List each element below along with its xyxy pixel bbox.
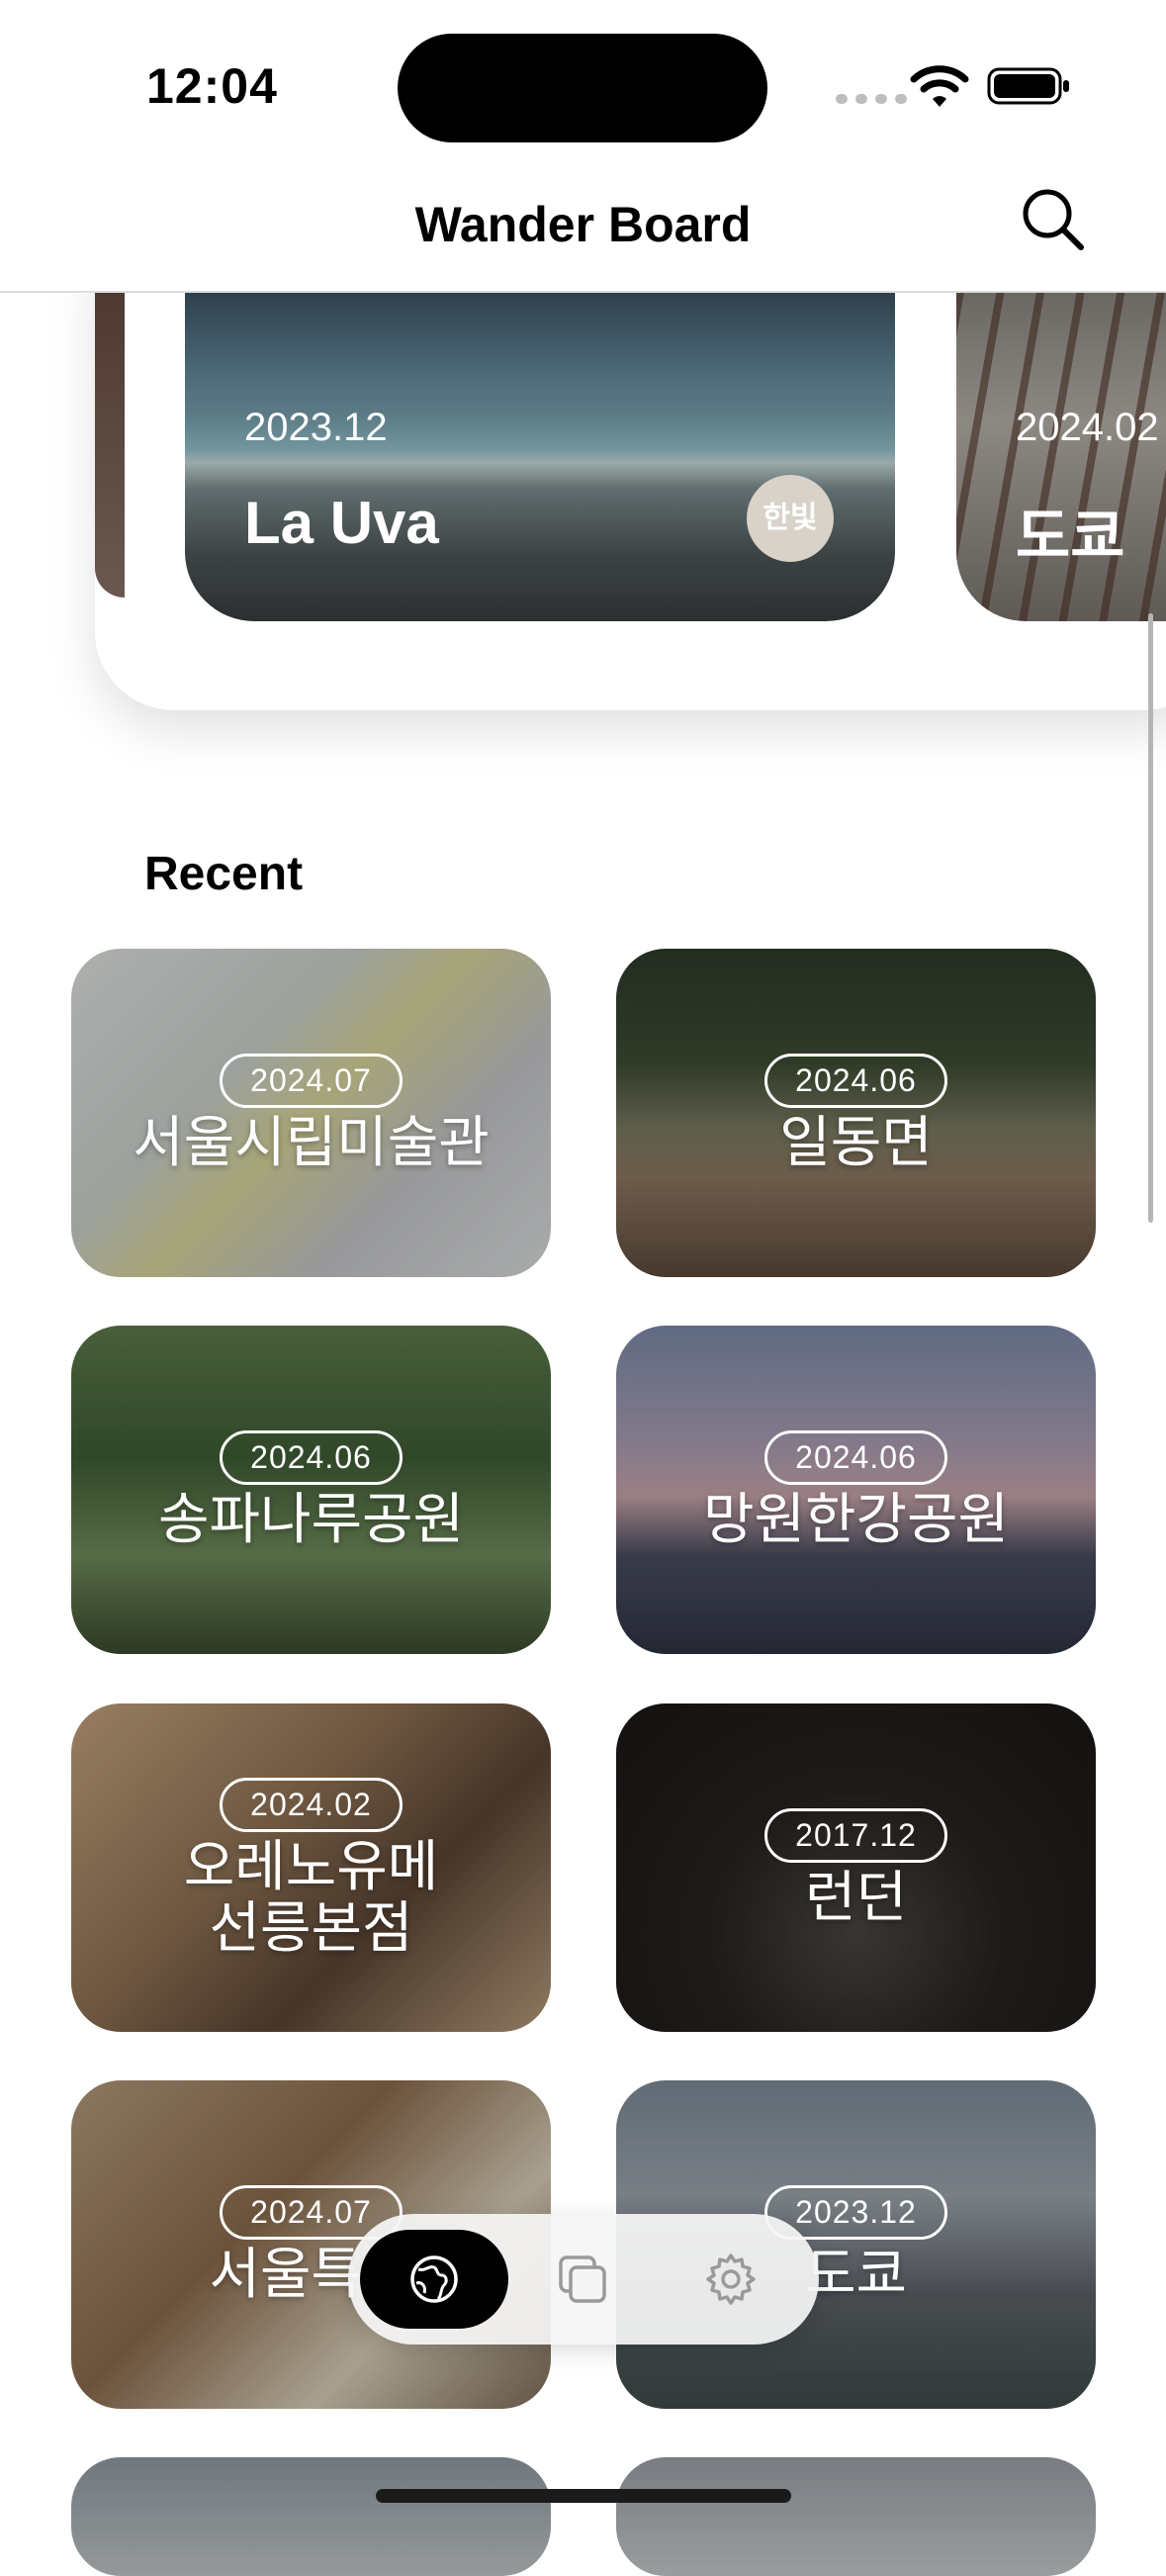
- recent-card[interactable]: 2017.12 런던: [616, 1703, 1096, 2032]
- tab-settings[interactable]: [657, 2230, 805, 2329]
- scroll-indicator: [1148, 613, 1153, 1223]
- date-chip: 2017.12: [764, 1807, 947, 1863]
- recent-card[interactable]: 2024.06 망원한강공원: [616, 1326, 1096, 1654]
- globe-icon: [410, 2255, 458, 2303]
- recent-card-partial[interactable]: [616, 2457, 1096, 2576]
- recent-card[interactable]: 2024.07 서울시립미술관: [71, 949, 551, 1277]
- featured-card-date: 2024.02: [1016, 406, 1159, 449]
- dynamic-island: [398, 34, 767, 142]
- search-icon: [1023, 189, 1084, 250]
- date-chip: 2024.02: [220, 1777, 403, 1832]
- featured-card-title: La Uva: [244, 490, 439, 556]
- search-button[interactable]: [1014, 180, 1093, 259]
- status-bar: 12:04: [0, 0, 1166, 158]
- tab-collections[interactable]: [508, 2230, 657, 2329]
- featured-card-title: 도쿄: [1016, 504, 1125, 570]
- featured-card-partial-left[interactable]: [95, 291, 125, 598]
- recent-card[interactable]: 2024.06 송파나루공원: [71, 1326, 551, 1654]
- gear-icon: [706, 2254, 756, 2305]
- recent-card[interactable]: 2024.06 일동면: [616, 949, 1096, 1277]
- place-name: 도쿄: [804, 2242, 908, 2305]
- featured-card[interactable]: 2023.12 La Uva 한빛: [185, 291, 895, 621]
- recent-section-title: Recent: [144, 848, 304, 900]
- place-name: 송파나루공원: [157, 1487, 465, 1550]
- tab-explore[interactable]: [360, 2230, 508, 2329]
- place-name: 서울시립미술관: [133, 1110, 490, 1173]
- app-header: Wander Board: [0, 158, 1166, 293]
- wifi-icon: [910, 65, 969, 107]
- recent-card[interactable]: 2024.02 오레노유메 선릉본점: [71, 1703, 551, 2032]
- home-indicator: [376, 2489, 791, 2503]
- place-name: 일동면: [779, 1110, 933, 1173]
- recent-card-partial[interactable]: [71, 2457, 551, 2576]
- tab-bar: [348, 2214, 819, 2345]
- cellular-signal-icon: [836, 94, 907, 104]
- date-chip: 2024.07: [220, 1053, 403, 1108]
- featured-card-date: 2023.12: [244, 406, 388, 449]
- date-chip: 2024.06: [220, 1429, 403, 1485]
- place-name: 오레노유메 선릉본점: [183, 1834, 439, 1959]
- date-chip: 2024.06: [764, 1429, 947, 1485]
- featured-card-next[interactable]: 2024.02 도쿄: [956, 291, 1166, 621]
- status-time: 12:04: [146, 58, 278, 114]
- place-name: 런던: [804, 1865, 908, 1928]
- collections-icon: [559, 2255, 606, 2303]
- date-chip: 2024.06: [764, 1053, 947, 1108]
- place-name: 망원한강공원: [702, 1487, 1010, 1550]
- owner-avatar: 한빛: [747, 475, 834, 562]
- page-title: Wander Board: [414, 197, 752, 252]
- battery-icon: [987, 67, 1069, 105]
